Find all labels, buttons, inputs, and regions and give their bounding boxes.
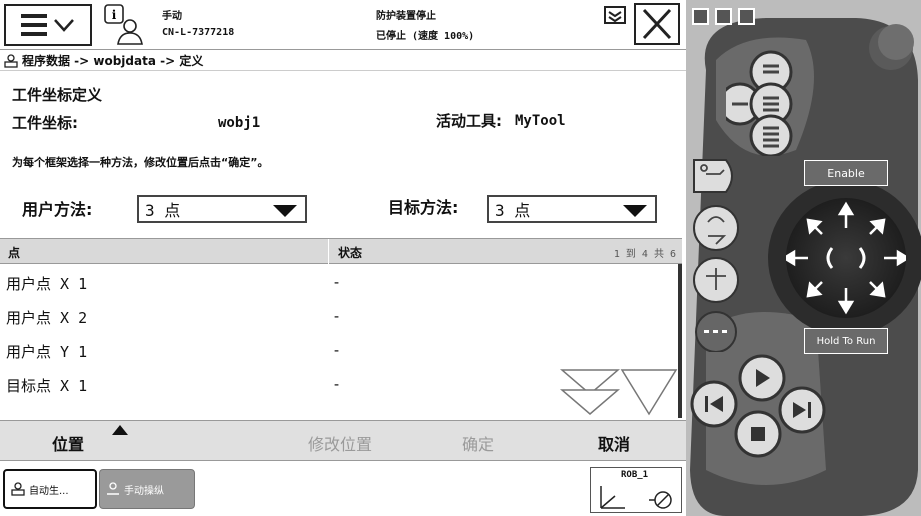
user-method-value: 3 点 bbox=[145, 201, 181, 220]
col-point-header: 点 bbox=[8, 246, 21, 260]
target-method-label: 目标方法: bbox=[388, 198, 459, 217]
safety-state: 防护装置停止 bbox=[376, 11, 436, 22]
pendant-screen: i 手动 CN-L-7377218 防护装置停止 已停止 (速度 100%) 程… bbox=[0, 0, 686, 516]
svg-text:i: i bbox=[112, 8, 117, 22]
window-close-icon[interactable] bbox=[738, 8, 755, 25]
caret-up-icon bbox=[112, 425, 128, 435]
mech-unit-label: ROB_1 bbox=[621, 470, 649, 480]
program-data-icon bbox=[4, 53, 18, 68]
page-down-button[interactable] bbox=[560, 368, 620, 418]
instruction-text: 为每个框架选择一种方法，修改位置后点击“确定”。 bbox=[12, 156, 269, 169]
point-name: 用户点 X 2 bbox=[6, 309, 88, 327]
joystick[interactable] bbox=[786, 200, 906, 316]
point-status: - bbox=[332, 341, 342, 359]
point-status: - bbox=[332, 307, 342, 325]
enable-device-label: Enable bbox=[804, 160, 888, 186]
close-icon bbox=[642, 8, 672, 40]
flexpendant-hardware: Enable Hold To Run bbox=[686, 0, 921, 516]
quickset-mechanical-unit[interactable]: ROB_1 bbox=[590, 467, 682, 513]
task-jogging[interactable]: 手动操纵 bbox=[99, 469, 195, 509]
status-bar: i 手动 CN-L-7377218 防护装置停止 已停止 (速度 100%) bbox=[0, 0, 686, 50]
execution-keys bbox=[690, 354, 826, 458]
point-name: 用户点 X 1 bbox=[6, 275, 88, 293]
mech-unit-key[interactable] bbox=[693, 159, 733, 193]
jogging-icon bbox=[107, 482, 119, 495]
table-row[interactable]: 用户点 X 2 - bbox=[0, 299, 678, 333]
table-row[interactable]: 用户点 Y 1 - bbox=[0, 333, 678, 367]
controller-name: CN-L-7377218 bbox=[162, 27, 235, 38]
taskbar: 自动生... 手动操纵 ROB_1 bbox=[0, 460, 686, 516]
hamburger-icon bbox=[21, 14, 47, 36]
program-state-icon[interactable] bbox=[604, 6, 626, 24]
run-state: 已停止 (速度 100%) bbox=[376, 31, 475, 42]
programmable-keys bbox=[726, 50, 793, 156]
position-menu-button[interactable]: 位置 bbox=[52, 431, 84, 455]
window-restore-icon[interactable] bbox=[692, 8, 709, 25]
point-name: 用户点 Y 1 bbox=[6, 343, 88, 361]
main-menu-button[interactable] bbox=[4, 4, 92, 46]
action-bar: 位置 修改位置 确定 取消 bbox=[0, 420, 686, 460]
target-method-select[interactable]: 3 点 bbox=[487, 195, 657, 223]
wobj-value: wobj1 bbox=[218, 115, 261, 131]
motion-select-keys bbox=[693, 159, 739, 352]
hold-to-run-button[interactable]: Hold To Run bbox=[804, 328, 888, 354]
chevron-down-icon bbox=[54, 19, 74, 32]
modify-position-button[interactable]: 修改位置 bbox=[308, 431, 372, 455]
point-name: 目标点 X 1 bbox=[6, 377, 88, 395]
window-minimize-icon[interactable] bbox=[715, 8, 732, 25]
task-label: 手动操纵 bbox=[124, 485, 164, 497]
coordinate-system-icon bbox=[600, 486, 672, 509]
point-status: - bbox=[332, 375, 342, 393]
page-title: 工件坐标定义 bbox=[12, 86, 103, 104]
dropdown-arrow-icon bbox=[623, 205, 647, 217]
confirm-button[interactable]: 确定 bbox=[462, 431, 494, 455]
task-label: 自动生... bbox=[29, 485, 69, 497]
table-row[interactable]: 用户点 X 1 - bbox=[0, 265, 678, 299]
wobj-label: 工件坐标: bbox=[12, 114, 78, 132]
stop-icon bbox=[751, 427, 765, 441]
breadcrumb-text: 程序数据 -> wobjdata -> 定义 bbox=[22, 54, 204, 68]
scrollbar[interactable] bbox=[678, 264, 682, 418]
task-auto-generate[interactable]: 自动生... bbox=[3, 469, 97, 509]
operating-mode: 手动 bbox=[162, 11, 182, 22]
cancel-button[interactable]: 取消 bbox=[598, 431, 630, 455]
col-status-header: 状态 bbox=[338, 246, 363, 260]
user-method-select[interactable]: 3 点 bbox=[137, 195, 307, 223]
active-tool-label: 活动工具: bbox=[436, 112, 502, 130]
breadcrumb: 程序数据 -> wobjdata -> 定义 bbox=[0, 51, 686, 71]
row-counter: 1 到 4 共 6 bbox=[613, 249, 676, 260]
close-button[interactable] bbox=[634, 3, 680, 45]
operator-info-icon[interactable]: i bbox=[100, 2, 146, 48]
active-tool-value: MyTool bbox=[515, 113, 566, 129]
point-status: - bbox=[332, 273, 342, 291]
scroll-down-button[interactable] bbox=[620, 368, 678, 418]
program-data-icon bbox=[11, 482, 25, 496]
target-method-value: 3 点 bbox=[495, 201, 531, 220]
user-method-label: 用户方法: bbox=[22, 200, 93, 219]
table-header: 点 状态 1 到 4 共 6 bbox=[0, 238, 682, 265]
dropdown-arrow-icon bbox=[273, 205, 297, 217]
key-4[interactable] bbox=[749, 114, 793, 156]
